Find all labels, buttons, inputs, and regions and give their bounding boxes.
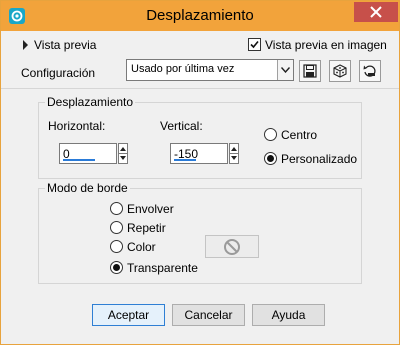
window-title: Desplazamiento [146,7,254,24]
radio-custom-label: Personalizado [281,152,358,166]
title-bar[interactable]: Desplazamiento [1,1,399,31]
edge-mode-group-title: Modo de borde [45,181,130,195]
horizontal-step-buttons[interactable] [118,143,128,164]
checkmark-icon [250,40,259,49]
vertical-step-buttons[interactable] [229,143,239,164]
radio-center-label: Centro [281,128,318,142]
radio-wrap[interactable] [110,202,123,215]
cancel-button[interactable]: Cancelar [172,304,245,326]
edge-mode-group: Modo de borde [38,181,362,284]
vertical-input[interactable]: -150 [170,143,228,164]
dialog-window: Desplazamiento Vista previa Vista previa… [0,0,400,345]
vertical-spinner[interactable]: -150 [170,143,240,164]
config-label: Configuración [21,66,96,80]
disabled-icon [224,239,240,255]
step-up-icon [231,147,237,151]
reset-defaults-button[interactable] [359,60,381,82]
ok-button[interactable]: Aceptar [92,304,165,326]
radio-transparent-label: Transparente [127,261,198,275]
radio-custom[interactable] [264,152,277,165]
preview-toggle-label: Vista previa [34,38,97,52]
radio-color[interactable] [110,240,123,253]
step-down-icon [120,156,126,160]
dice-icon [333,64,347,78]
horizontal-label: Horizontal: [48,119,106,133]
save-preset-button[interactable] [299,60,321,82]
preview-in-image-label: Vista previa en imagen [265,38,387,52]
close-icon [370,6,382,18]
radio-repeat[interactable] [110,221,123,234]
radio-selected-dot [113,264,120,271]
config-dropdown[interactable]: Usado por última vez [126,59,294,81]
reset-icon [363,65,376,77]
offset-group-title: Desplazamiento [45,95,136,109]
config-dropdown-value: Usado por última vez [131,63,235,75]
input-underline [63,159,95,161]
preview-in-image-checkbox[interactable] [248,38,261,51]
section-divider [1,88,399,89]
save-icon [303,64,317,78]
step-up-icon [120,147,126,151]
radio-selected-dot [267,155,274,162]
radio-color-label: Color [127,240,156,254]
radio-transparent[interactable] [110,261,123,274]
close-button[interactable] [354,2,398,22]
step-down-icon [231,156,237,160]
input-underline [174,159,196,161]
expand-triangle-icon [23,40,28,50]
vertical-label: Vertical: [160,119,203,133]
radio-center[interactable] [264,128,277,141]
horizontal-spinner[interactable]: 0 [59,143,129,164]
radio-repeat-label: Repetir [127,221,166,235]
help-button[interactable]: Ayuda [252,304,325,326]
chevron-down-icon [281,67,290,73]
radio-wrap-label: Envolver [127,202,174,216]
dropdown-arrow[interactable] [277,60,293,80]
randomize-button[interactable] [329,60,351,82]
color-swatch[interactable] [205,235,259,258]
horizontal-input[interactable]: 0 [59,143,117,164]
